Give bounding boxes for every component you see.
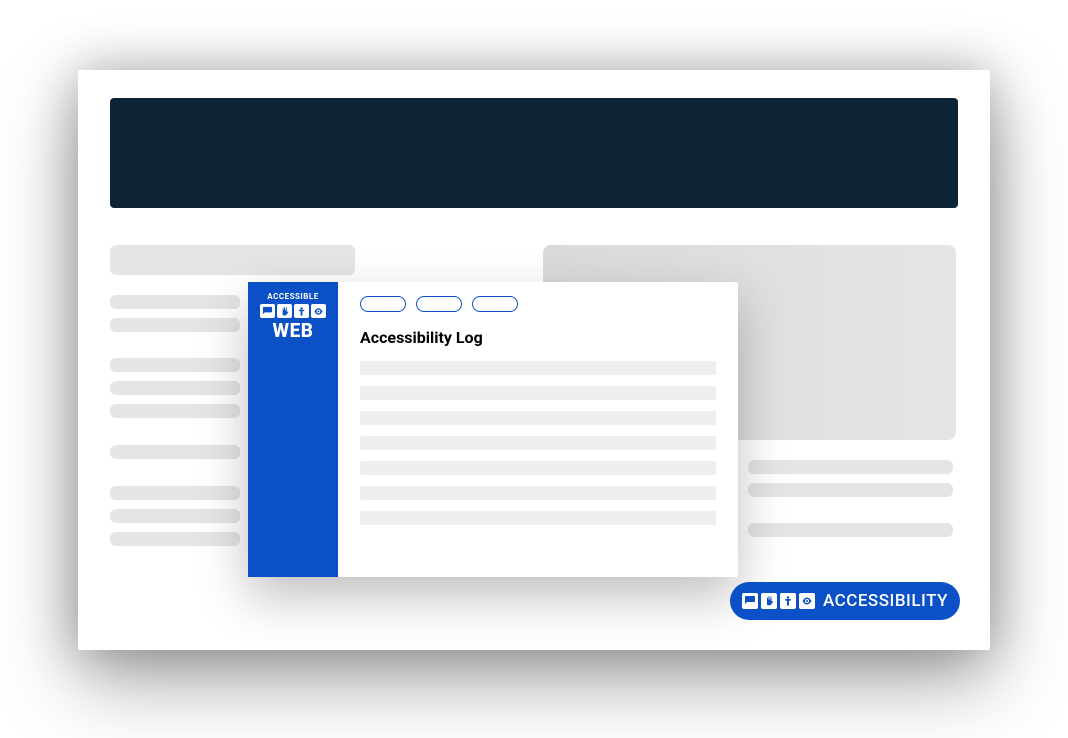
skeleton-line <box>748 523 953 537</box>
speech-icon <box>742 593 758 609</box>
speech-icon <box>260 304 275 318</box>
pill-tabs <box>360 296 716 312</box>
skeleton-line <box>110 532 240 546</box>
eye-icon <box>799 593 815 609</box>
log-line <box>360 436 716 450</box>
skeleton-line <box>110 295 240 309</box>
log-line <box>360 461 716 475</box>
skeleton-line <box>110 486 240 500</box>
panel-sidebar: ACCESSIBLE WEB <box>248 282 338 577</box>
pill-tab[interactable] <box>360 296 406 312</box>
badge-label: ACCESSIBILITY <box>823 591 948 611</box>
person-icon <box>294 304 309 318</box>
skeleton-line <box>110 381 240 395</box>
logo-icons <box>256 304 330 318</box>
skeleton-line <box>748 460 953 474</box>
accessibility-panel: ACCESSIBLE WEB Accessibility Log <box>248 282 738 577</box>
hand-icon <box>761 593 777 609</box>
eye-icon <box>311 304 326 318</box>
skeleton-line <box>110 445 240 459</box>
log-line <box>360 361 716 375</box>
panel-main: Accessibility Log <box>338 282 738 577</box>
log-line <box>360 486 716 500</box>
log-line <box>360 511 716 525</box>
skeleton-title <box>110 245 355 275</box>
skeleton-line <box>110 358 240 372</box>
badge-icons <box>742 593 815 609</box>
header-banner <box>110 98 958 208</box>
skeleton-line <box>748 483 953 497</box>
skeleton-line <box>110 318 240 332</box>
skeleton-line <box>110 404 240 418</box>
log-line <box>360 411 716 425</box>
pill-tab[interactable] <box>472 296 518 312</box>
logo-bottom-text: WEB <box>256 321 330 340</box>
panel-title: Accessibility Log <box>360 328 716 347</box>
log-line <box>360 386 716 400</box>
accessibility-badge[interactable]: ACCESSIBILITY <box>730 582 960 620</box>
person-icon <box>780 593 796 609</box>
pill-tab[interactable] <box>416 296 462 312</box>
skeleton-line <box>110 509 240 523</box>
hand-icon <box>277 304 292 318</box>
logo-top-text: ACCESSIBLE <box>256 292 330 301</box>
